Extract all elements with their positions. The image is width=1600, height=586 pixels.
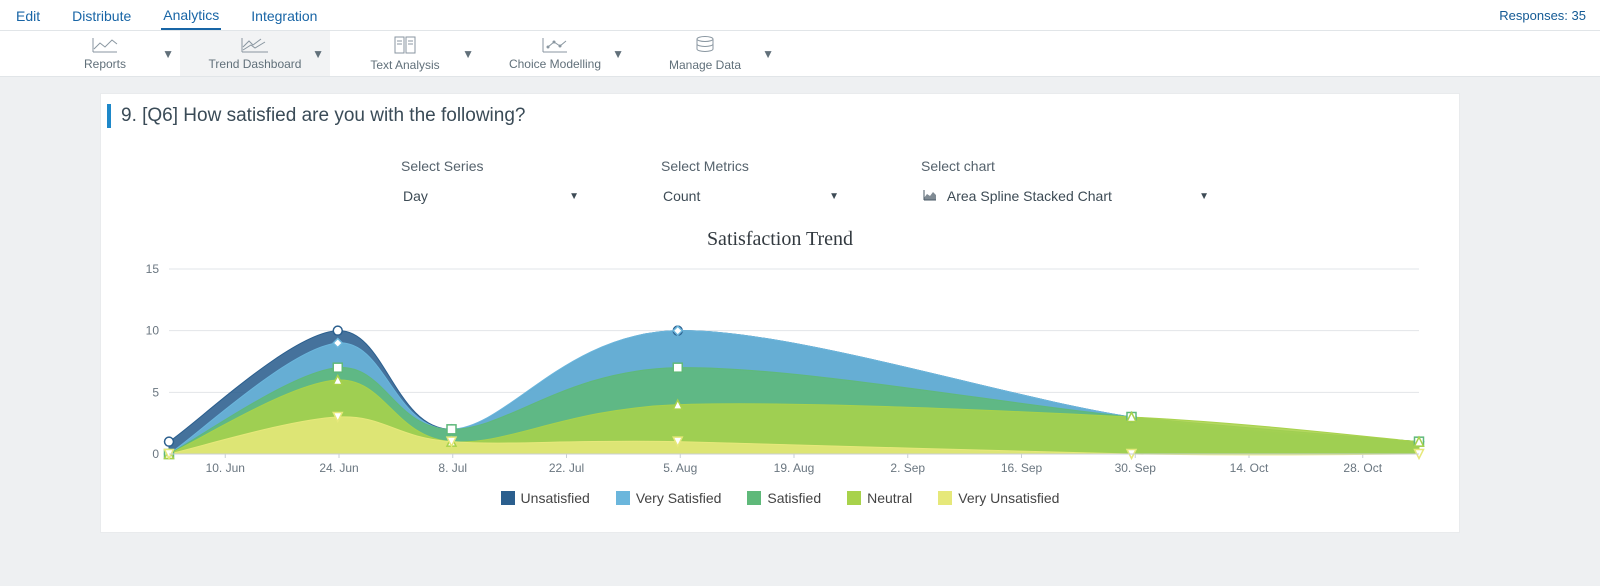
svg-text:0: 0 <box>152 447 159 461</box>
toolbar-label: Text Analysis <box>370 58 439 72</box>
svg-text:10: 10 <box>146 324 160 338</box>
toolbar-manage-data[interactable]: Manage Data ▼ <box>630 31 780 76</box>
caret-down-icon: ▼ <box>1199 191 1209 202</box>
caret-down-icon: ▼ <box>829 191 839 202</box>
svg-text:19. Aug: 19. Aug <box>774 461 815 475</box>
trend-icon <box>241 37 269 56</box>
svg-text:16. Sep: 16. Sep <box>1001 461 1043 475</box>
toolbar-label: Manage Data <box>669 58 741 72</box>
chart-title: Satisfaction Trend <box>119 228 1441 251</box>
question-title: 9. [Q6] How satisfied are you with the f… <box>121 105 525 127</box>
caret-down-icon: ▼ <box>612 47 624 61</box>
legend-satisfied[interactable]: Satisfied <box>747 490 821 506</box>
nav-integration[interactable]: Integration <box>249 2 319 29</box>
caret-down-icon: ▼ <box>312 47 324 61</box>
top-nav: Edit Distribute Analytics Integration Re… <box>0 0 1600 31</box>
svg-text:5: 5 <box>152 385 159 399</box>
legend-unsatisfied[interactable]: Unsatisfied <box>501 490 590 506</box>
toolbar: Reports ▼ Trend Dashboard ▼ Text Analysi… <box>0 31 1600 77</box>
svg-text:5. Aug: 5. Aug <box>663 461 697 475</box>
select-metrics-value: Count <box>663 188 700 204</box>
text-analysis-icon <box>394 36 416 57</box>
caret-down-icon: ▼ <box>162 47 174 61</box>
svg-text:2. Sep: 2. Sep <box>890 461 925 475</box>
toolbar-reports[interactable]: Reports ▼ <box>30 31 180 76</box>
svg-text:24. Jun: 24. Jun <box>319 461 358 475</box>
legend-very-satisfied[interactable]: Very Satisfied <box>616 490 722 506</box>
accent-bar <box>107 104 111 128</box>
legend-very-unsatisfied[interactable]: Very Unsatisfied <box>938 490 1059 506</box>
toolbar-label: Choice Modelling <box>509 57 601 71</box>
line-chart-icon <box>92 37 118 56</box>
select-series-value: Day <box>403 188 428 204</box>
select-series[interactable]: Day ▼ <box>401 184 581 208</box>
area-chart-icon <box>923 188 941 204</box>
svg-text:28. Oct: 28. Oct <box>1343 461 1382 475</box>
select-chart[interactable]: Area Spline Stacked Chart ▼ <box>921 184 1211 208</box>
question-card: 9. [Q6] How satisfied are you with the f… <box>100 93 1460 533</box>
select-metrics[interactable]: Count ▼ <box>661 184 841 208</box>
nav-edit[interactable]: Edit <box>14 2 42 29</box>
svg-text:15: 15 <box>146 262 160 276</box>
legend-neutral[interactable]: Neutral <box>847 490 912 506</box>
caret-down-icon: ▼ <box>569 191 579 202</box>
select-chart-label: Select chart <box>921 158 1211 174</box>
svg-text:8. Jul: 8. Jul <box>438 461 467 475</box>
svg-text:30. Sep: 30. Sep <box>1115 461 1157 475</box>
caret-down-icon: ▼ <box>462 47 474 61</box>
svg-text:10. Jun: 10. Jun <box>206 461 245 475</box>
select-series-label: Select Series <box>401 158 581 174</box>
chart-controls: Select Series Day ▼ Select Metrics Count… <box>101 138 1459 218</box>
toolbar-trend-dashboard[interactable]: Trend Dashboard ▼ <box>180 31 330 76</box>
svg-text:22. Jul: 22. Jul <box>549 461 584 475</box>
toolbar-label: Reports <box>84 57 126 71</box>
chart-legend: Unsatisfied Very Satisfied Satisfied Neu… <box>119 484 1441 514</box>
nav-analytics[interactable]: Analytics <box>161 1 221 30</box>
satisfaction-trend-chart: 0 5 10 15 10. Jun 24. Jun 8. Jul 22. Jul 5. Aug 1… <box>119 259 1429 479</box>
select-metrics-label: Select Metrics <box>661 158 841 174</box>
caret-down-icon: ▼ <box>762 47 774 61</box>
toolbar-label: Trend Dashboard <box>209 57 302 71</box>
toolbar-choice-modelling[interactable]: Choice Modelling ▼ <box>480 31 630 76</box>
responses-count: Responses: 35 <box>1499 8 1586 23</box>
svg-text:14. Oct: 14. Oct <box>1230 461 1269 475</box>
question-header: 9. [Q6] How satisfied are you with the f… <box>101 94 1459 138</box>
choice-model-icon <box>542 37 568 56</box>
nav-distribute[interactable]: Distribute <box>70 2 133 29</box>
database-icon <box>695 36 715 57</box>
toolbar-text-analysis[interactable]: Text Analysis ▼ <box>330 31 480 76</box>
select-chart-value: Area Spline Stacked Chart <box>947 188 1112 204</box>
